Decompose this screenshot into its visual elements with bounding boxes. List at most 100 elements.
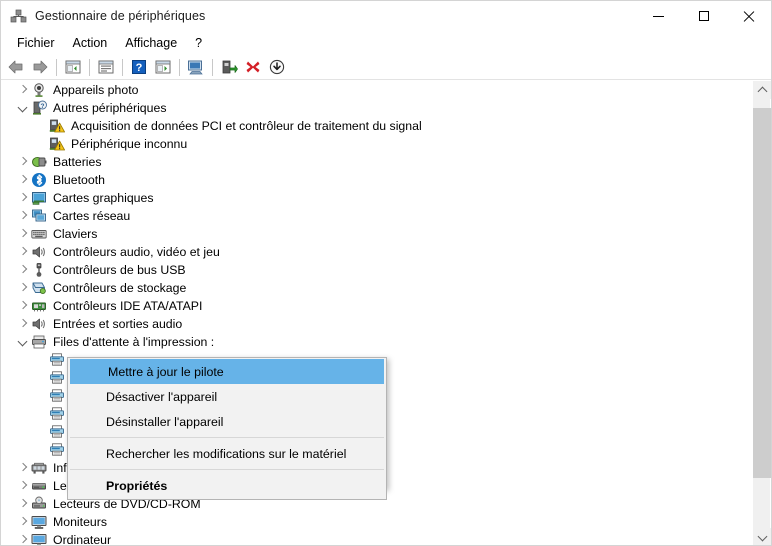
uninstall-device-icon[interactable]: [241, 56, 265, 78]
tree-item-label: Autres périphériques: [53, 101, 167, 115]
chevron-right-icon[interactable]: [15, 478, 31, 494]
tree-item-label: Claviers: [53, 227, 98, 241]
tree-item-moniteurs[interactable]: Moniteurs: [1, 513, 753, 531]
tree-item-controleurs-ide-ata-atapi[interactable]: Contrôleurs IDE ATA/ATAPI: [1, 297, 753, 315]
display-adapter-icon: [31, 190, 47, 206]
imaging-device-icon: [31, 460, 47, 476]
chevron-right-icon[interactable]: [15, 208, 31, 224]
toolbar: ?: [1, 55, 771, 80]
chevron-right-icon[interactable]: [15, 316, 31, 332]
scroll-up-arrow[interactable]: [753, 81, 771, 99]
chevron-right-icon[interactable]: [15, 532, 31, 545]
tree-item-controleurs-bus-usb[interactable]: Contrôleurs de bus USB: [1, 261, 753, 279]
toolbar-separator: [179, 58, 180, 76]
chevron-right-icon[interactable]: [15, 514, 31, 530]
tree-item-label: Files d'attente à l'impression :: [53, 335, 215, 349]
chevron-right-icon[interactable]: [15, 190, 31, 206]
chevron-right-icon[interactable]: [15, 172, 31, 188]
menu-action[interactable]: Action: [64, 34, 117, 52]
tree-item-entrees-sorties-audio[interactable]: Entrées et sorties audio: [1, 315, 753, 333]
speaker-icon: [31, 244, 47, 260]
close-button[interactable]: [726, 1, 771, 31]
window-controls: [636, 1, 771, 31]
battery-icon: [31, 154, 47, 170]
menu-fichier[interactable]: Fichier: [8, 34, 64, 52]
tree-item-controleurs-stockage[interactable]: Contrôleurs de stockage: [1, 279, 753, 297]
vertical-scrollbar[interactable]: [752, 81, 771, 545]
toolbar-separator: [89, 58, 90, 76]
tree-item-label: Contrôleurs de bus USB: [53, 263, 186, 277]
ctx-update-driver[interactable]: Mettre à jour le pilote: [70, 359, 384, 384]
minimize-button[interactable]: [636, 1, 681, 31]
ctx-uninstall-device[interactable]: Désinstaller l'appareil: [68, 409, 386, 434]
properties-icon[interactable]: [94, 56, 118, 78]
warning-device-icon: [49, 136, 65, 152]
tree-item-label: Cartes graphiques: [53, 191, 154, 205]
chevron-right-icon[interactable]: [15, 244, 31, 260]
tree-item-label: Appareils photo: [53, 83, 139, 97]
chevron-right-icon[interactable]: [15, 82, 31, 98]
unknown-device-icon: ?: [31, 100, 47, 116]
update-driver-icon[interactable]: [217, 56, 241, 78]
tree-item-bluetooth[interactable]: Bluetooth: [1, 171, 753, 189]
tree-item-appareils-photo[interactable]: Appareils photo: [1, 81, 753, 99]
ctx-separator-2: [70, 469, 384, 470]
ctx-disable-device[interactable]: Désactiver l'appareil: [68, 384, 386, 409]
printer-queue-icon: [31, 334, 47, 350]
chevron-right-icon[interactable]: [15, 496, 31, 512]
device-manager-icon: [10, 8, 27, 25]
menu-affichage[interactable]: Affichage: [116, 34, 186, 52]
back-icon[interactable]: [4, 56, 28, 78]
tree-item-label: Moniteurs: [53, 515, 107, 529]
scan-hardware-changes-icon[interactable]: [184, 56, 208, 78]
chevron-down-icon[interactable]: [15, 334, 31, 350]
title-bar: Gestionnaire de périphériques: [1, 1, 771, 31]
printer-icon: [49, 370, 65, 386]
storage-controller-icon: [31, 280, 47, 296]
tree-item-label: Inf: [53, 461, 67, 475]
menu-help[interactable]: ?: [186, 34, 211, 52]
device-manager-window: Gestionnaire de périphériques Fichier Act…: [0, 0, 772, 546]
scroll-down-arrow[interactable]: [753, 528, 771, 545]
tree-item-cartes-graphiques[interactable]: Cartes graphiques: [1, 189, 753, 207]
chevron-right-icon[interactable]: [15, 460, 31, 476]
window-title: Gestionnaire de périphériques: [35, 9, 206, 23]
tree-item-acquisition-pci[interactable]: Acquisition de données PCI et contrôleur…: [1, 117, 753, 135]
chevron-down-icon[interactable]: [15, 100, 31, 116]
chevron-right-icon[interactable]: [15, 298, 31, 314]
menu-bar: Fichier Action Affichage?: [1, 32, 771, 54]
show-hide-console-tree-icon[interactable]: [61, 56, 85, 78]
tree-item-autres-peripheriques[interactable]: ? Autres périphériques: [1, 99, 753, 117]
tree-item-label: Batteries: [53, 155, 102, 169]
tree-item-claviers[interactable]: Claviers: [1, 225, 753, 243]
forward-icon[interactable]: [28, 56, 52, 78]
chevron-right-icon[interactable]: [15, 154, 31, 170]
tree-item-controleurs-audio-video-jeu[interactable]: Contrôleurs audio, vidéo et jeu: [1, 243, 753, 261]
tree-item-batteries[interactable]: Batteries: [1, 153, 753, 171]
disk-drive-icon: [31, 478, 47, 494]
ctx-properties[interactable]: Propriétés: [68, 473, 386, 498]
network-adapter-icon: [31, 208, 47, 224]
ctx-separator-1: [70, 437, 384, 438]
bluetooth-icon: [31, 172, 47, 188]
tree-item-cartes-reseau[interactable]: Cartes réseau: [1, 207, 753, 225]
disable-device-icon[interactable]: [265, 56, 289, 78]
maximize-button[interactable]: [681, 1, 726, 31]
warning-device-icon: [49, 118, 65, 134]
tree-item-ordinateur[interactable]: Ordinateur: [1, 531, 753, 545]
keyboard-icon: [31, 226, 47, 242]
ide-controller-icon: [31, 298, 47, 314]
scroll-thumb[interactable]: [753, 108, 771, 478]
tree-item-label: Contrôleurs audio, vidéo et jeu: [53, 245, 220, 259]
camera-icon: [31, 82, 47, 98]
tree-item-label: Cartes réseau: [53, 209, 131, 223]
tree-item-files-attente-impression[interactable]: Files d'attente à l'impression :: [1, 333, 753, 351]
tree-item-label: Entrées et sorties audio: [53, 317, 183, 331]
help-icon[interactable]: ?: [127, 56, 151, 78]
chevron-right-icon[interactable]: [15, 226, 31, 242]
action-menu-icon[interactable]: [151, 56, 175, 78]
tree-item-peripherique-inconnu[interactable]: Périphérique inconnu: [1, 135, 753, 153]
chevron-right-icon[interactable]: [15, 262, 31, 278]
ctx-scan-hardware[interactable]: Rechercher les modifications sur le maté…: [68, 441, 386, 466]
chevron-right-icon[interactable]: [15, 280, 31, 296]
